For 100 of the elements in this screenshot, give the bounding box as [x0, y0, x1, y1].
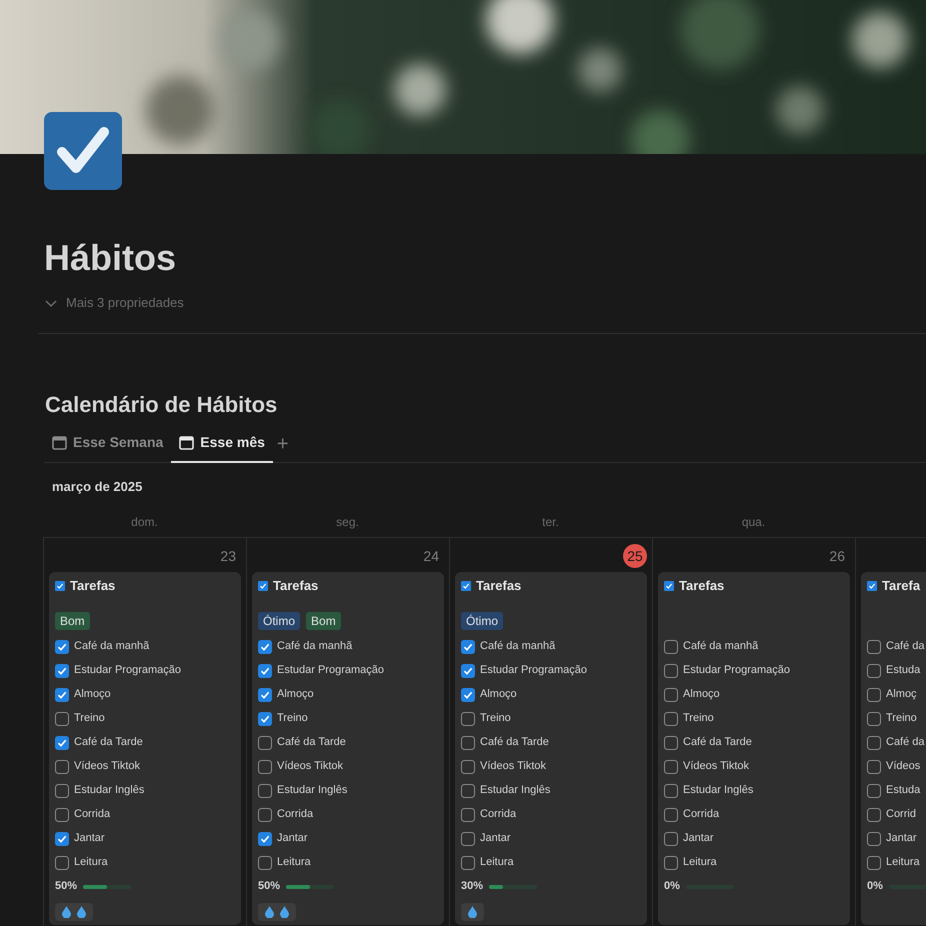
checkbox[interactable]	[258, 856, 272, 870]
task-label: Estudar Programação	[74, 663, 181, 678]
task-label: Leitura	[886, 855, 920, 870]
card-title: Tarefas	[70, 576, 116, 595]
task-label: Almoç	[886, 687, 917, 702]
checkbox[interactable]	[55, 808, 69, 822]
task-label: Corrida	[74, 807, 110, 822]
checkbox[interactable]	[664, 832, 678, 846]
task-label: Estudar Inglês	[480, 783, 550, 798]
checkbox[interactable]	[258, 736, 272, 750]
task-label: Almoço	[277, 687, 314, 702]
task-label: Almoço	[683, 687, 720, 702]
task-label: Café da Tarde	[74, 735, 143, 750]
checkbox[interactable]	[461, 688, 475, 702]
habit-card[interactable]: Tarefas Ótimo Café da manhã Estudar Programação Almoço Treino Café da Tarde Vídeos Tiktok Estudar Inglês Corrida Jantar Leitura 30%	[455, 572, 647, 925]
task-label: Corrida	[683, 807, 720, 822]
habit-card[interactable]: Tarefas Ótimo Bom Café da manhã Estudar Programação Almoço Treino Café da Tarde Vídeos Tiktok Estudar Inglês Corrida Jantar Leitura 50%	[252, 572, 444, 925]
checkbox[interactable]	[461, 856, 475, 870]
checkbox[interactable]	[258, 784, 272, 798]
checkbox[interactable]	[664, 736, 678, 750]
checkbox[interactable]	[461, 736, 475, 750]
task-label: Corrida	[480, 807, 516, 822]
page-title: Hábitos	[44, 236, 178, 280]
checkbox[interactable]	[664, 784, 678, 798]
task-label: Vídeos	[886, 759, 920, 774]
task-label: Estudar Programação	[480, 663, 587, 678]
checkbox[interactable]	[867, 688, 881, 702]
task-label: Café da manhã	[480, 639, 556, 654]
card-title: Tarefa	[882, 576, 920, 595]
checkbox[interactable]	[55, 856, 69, 870]
task-label: Jantar	[277, 831, 308, 846]
progress-percent: 0%	[664, 879, 680, 894]
checkbox[interactable]	[461, 832, 475, 846]
checkbox[interactable]	[664, 688, 678, 702]
view-tab[interactable]: Esse Semana	[44, 432, 172, 464]
checkbox[interactable]	[55, 712, 69, 726]
checkbox[interactable]	[664, 664, 678, 678]
checkbox[interactable]	[664, 712, 678, 726]
checkbox[interactable]	[867, 664, 881, 678]
water-drop-icon	[265, 906, 274, 918]
checkbox[interactable]	[258, 640, 272, 654]
checkbox[interactable]	[258, 664, 272, 678]
checkbox[interactable]	[55, 736, 69, 750]
habit-card[interactable]: Tarefas Bom Café da manhã Estudar Programação Almoço Treino Café da Tarde Vídeos Tiktok Estudar Inglês Corrida Jantar Leitura 50%	[49, 572, 241, 925]
task-label: Café da Tarde	[480, 735, 549, 750]
checkbox[interactable]	[258, 712, 272, 726]
checkbox[interactable]	[867, 736, 881, 750]
task-label: Treino	[683, 711, 714, 726]
checkbox-icon	[664, 580, 674, 591]
checkbox[interactable]	[867, 856, 881, 870]
section-title: Calendário de Hábitos	[45, 392, 278, 418]
checkbox[interactable]	[664, 856, 678, 870]
checkbox[interactable]	[258, 688, 272, 702]
checkbox[interactable]	[55, 832, 69, 846]
checkbox[interactable]	[55, 640, 69, 654]
checkbox[interactable]	[867, 760, 881, 774]
task-label: Estuda	[886, 783, 920, 798]
weekday-label: ter.	[541, 514, 560, 531]
checkbox[interactable]	[867, 784, 881, 798]
progress-percent: 50%	[258, 879, 280, 894]
checkbox[interactable]	[461, 640, 475, 654]
checkbox[interactable]	[867, 832, 881, 846]
checkbox[interactable]	[55, 784, 69, 798]
task-label: Jantar	[74, 831, 105, 846]
progress-percent: 50%	[55, 879, 78, 894]
checkbox[interactable]	[258, 760, 272, 774]
rating-tag: Ótimo	[461, 612, 504, 630]
weekday-label: qua.	[740, 514, 766, 531]
checkbox[interactable]	[664, 808, 678, 822]
checkbox-icon	[55, 580, 65, 591]
card-title: Tarefas	[679, 576, 724, 595]
task-label: Café da manhã	[74, 639, 150, 654]
checkbox[interactable]	[867, 640, 881, 654]
checkbox[interactable]	[258, 808, 272, 822]
checkbox[interactable]	[55, 760, 69, 774]
habit-card[interactable]: Tarefa Café da Estuda Almoç Treino Café da Vídeos Estuda Corrid Jantar Leitura 0%	[861, 572, 926, 925]
checkbox[interactable]	[664, 640, 678, 654]
checkbox[interactable]	[461, 808, 475, 822]
task-label: Leitura	[277, 855, 311, 870]
day-number: 26	[828, 546, 846, 566]
task-label: Vídeos Tiktok	[74, 759, 140, 774]
checkbox[interactable]	[461, 712, 475, 726]
checkbox[interactable]	[55, 664, 69, 678]
view-tab[interactable]: Esse mês	[171, 432, 273, 464]
checkbox[interactable]	[867, 712, 881, 726]
checkbox[interactable]	[867, 808, 881, 822]
task-label: Leitura	[480, 855, 514, 870]
task-label: Café da	[886, 639, 925, 654]
checkbox[interactable]	[664, 760, 678, 774]
checkbox[interactable]	[258, 832, 272, 846]
checkbox[interactable]	[461, 784, 475, 798]
checkbox[interactable]	[461, 664, 475, 678]
task-label: Treino	[277, 711, 308, 726]
task-label: Estudar Programação	[277, 663, 384, 678]
task-label: Treino	[480, 711, 511, 726]
checkbox[interactable]	[55, 688, 69, 702]
add-view-button[interactable]: +	[272, 434, 293, 462]
checkbox-icon	[867, 580, 877, 591]
habit-card[interactable]: Tarefas Café da manhã Estudar Programação Almoço Treino Café da Tarde Vídeos Tiktok Estudar Inglês Corrida Jantar Leitura 0%	[658, 572, 850, 925]
checkbox[interactable]	[461, 760, 475, 774]
